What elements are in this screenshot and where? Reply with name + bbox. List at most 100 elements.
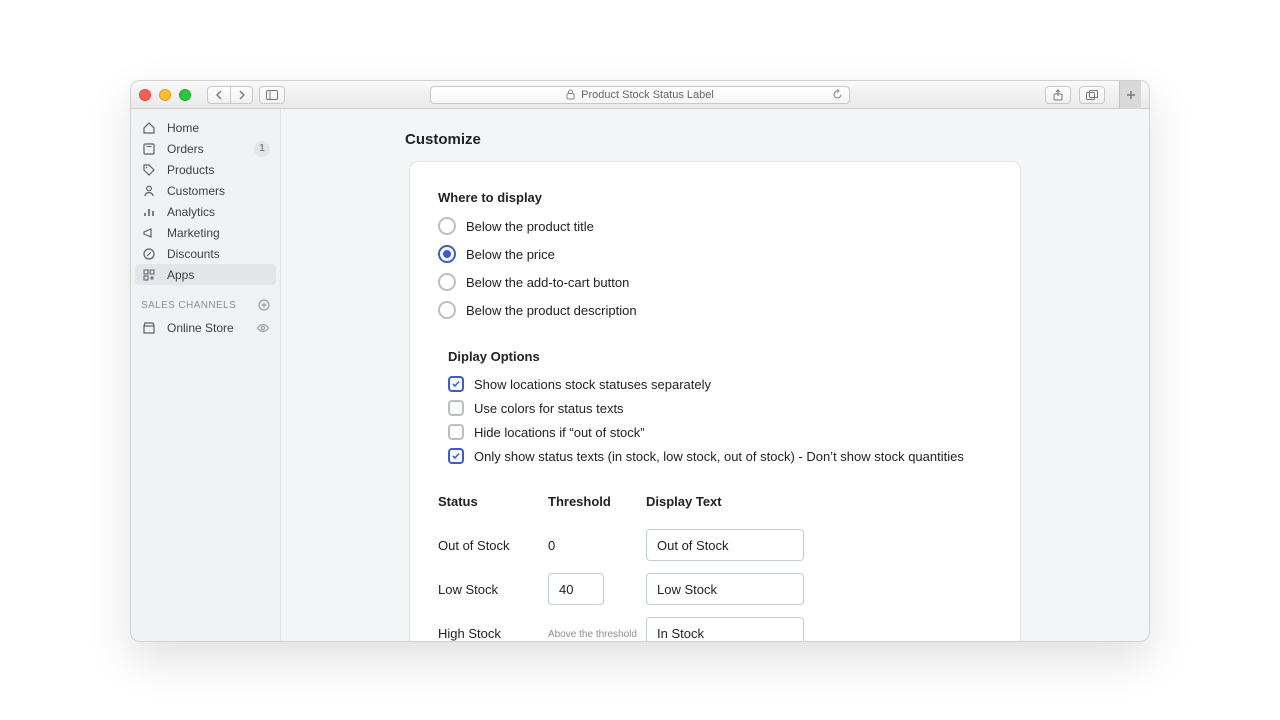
display-option-use-colors[interactable]: Use colors for status texts — [448, 400, 992, 416]
main-area: Customize Where to display Below the pro… — [281, 109, 1149, 641]
discount-icon — [141, 246, 157, 262]
where-option-below-add-to-cart[interactable]: Below the add-to-cart button — [438, 273, 992, 291]
chevron-right-icon — [238, 90, 246, 100]
sidebar-item-label: Products — [167, 163, 270, 177]
page-title: Customize — [405, 131, 1149, 148]
sidebar-item-home[interactable]: Home — [131, 117, 280, 138]
browser-window: Product Stock Status Label Home — [130, 80, 1150, 642]
sidebar-item-products[interactable]: Products — [131, 159, 280, 180]
sidebar-item-label: Customers — [167, 184, 270, 198]
home-icon — [141, 120, 157, 136]
radio-icon — [438, 301, 456, 319]
titlebar: Product Stock Status Label — [131, 81, 1149, 109]
display-text-input[interactable] — [646, 529, 804, 561]
titlebar-right — [1045, 81, 1141, 109]
where-option-below-price[interactable]: Below the price — [438, 245, 992, 263]
tabs-button[interactable] — [1079, 86, 1105, 104]
sidebar-item-label: Analytics — [167, 205, 270, 219]
sidebar-heading-sales-channels: SALES CHANNELS — [131, 285, 280, 317]
view-store-button[interactable] — [256, 321, 270, 335]
address-text: Product Stock Status Label — [581, 89, 714, 101]
display-option-hide-if-out[interactable]: Hide locations if “out of stock” — [448, 424, 992, 440]
window-controls — [139, 89, 191, 101]
add-channel-button[interactable] — [258, 299, 270, 311]
option-label: Below the price — [466, 247, 555, 262]
orders-icon — [141, 141, 157, 157]
table-row: Out of Stock 0 — [438, 523, 992, 567]
sidebar-item-label: Discounts — [167, 247, 270, 261]
checkbox-icon — [448, 448, 464, 464]
status-cell: Low Stock — [438, 567, 548, 611]
sidebar-item-marketing[interactable]: Marketing — [131, 222, 280, 243]
checkbox-icon — [448, 400, 464, 416]
address-bar[interactable]: Product Stock Status Label — [430, 86, 850, 104]
circle-plus-icon — [258, 299, 270, 311]
status-cell: Out of Stock — [438, 523, 548, 567]
option-label: Below the add-to-cart button — [466, 275, 629, 290]
display-option-show-locations[interactable]: Show locations stock statuses separately — [448, 376, 992, 392]
sidebar-item-analytics[interactable]: Analytics — [131, 201, 280, 222]
threshold-cell: 0 — [548, 523, 646, 567]
radio-icon — [438, 245, 456, 263]
option-label: Hide locations if “out of stock” — [474, 425, 645, 440]
option-label: Below the product description — [466, 303, 637, 318]
display-options-list: Show locations stock statuses separately… — [448, 376, 992, 464]
status-cell: High Stock — [438, 611, 548, 641]
share-button[interactable] — [1045, 86, 1071, 104]
sidebar-item-online-store[interactable]: Online Store — [131, 317, 280, 338]
display-options-title: Diplay Options — [448, 349, 992, 364]
radio-icon — [438, 217, 456, 235]
settings-card: Where to display Below the product title… — [410, 162, 1020, 641]
where-to-display-title: Where to display — [438, 190, 992, 205]
megaphone-icon — [141, 225, 157, 241]
lock-icon — [566, 89, 575, 100]
display-text-input[interactable] — [646, 573, 804, 605]
table-header-display: Display Text — [646, 494, 992, 523]
where-option-below-title[interactable]: Below the product title — [438, 217, 992, 235]
close-window-button[interactable] — [139, 89, 151, 101]
status-table: Status Threshold Display Text Out of Sto… — [438, 494, 992, 641]
sidebar-item-label: Home — [167, 121, 270, 135]
option-label: Show locations stock statuses separately — [474, 377, 711, 392]
back-button[interactable] — [208, 87, 230, 103]
sidebar-item-label: Marketing — [167, 226, 270, 240]
plus-icon — [1126, 90, 1136, 100]
new-tab-button[interactable] — [1119, 81, 1141, 109]
eye-icon — [256, 321, 270, 335]
zoom-window-button[interactable] — [179, 89, 191, 101]
table-header-threshold: Threshold — [548, 494, 646, 523]
sidebar-item-customers[interactable]: Customers — [131, 180, 280, 201]
option-label: Only show status texts (in stock, low st… — [474, 449, 964, 464]
minimize-window-button[interactable] — [159, 89, 171, 101]
sidebar-item-label: Online Store — [167, 321, 246, 335]
sidebar-item-discounts[interactable]: Discounts — [131, 243, 280, 264]
sidebar-item-label: Apps — [167, 268, 270, 282]
sidebar-item-apps[interactable]: Apps — [135, 264, 276, 285]
sidebar-item-label: Orders — [167, 142, 244, 156]
sidebar-toggle-button[interactable] — [259, 86, 285, 104]
sidebar-icon — [266, 90, 278, 100]
chevron-left-icon — [215, 90, 223, 100]
forward-button[interactable] — [230, 87, 252, 103]
tabs-icon — [1086, 90, 1098, 100]
checkbox-icon — [448, 376, 464, 392]
reload-button[interactable] — [832, 89, 843, 100]
share-icon — [1053, 89, 1063, 101]
display-text-input[interactable] — [646, 617, 804, 641]
person-icon — [141, 183, 157, 199]
content-area: Home Orders 1 Products Customers Analyti… — [131, 109, 1149, 641]
threshold-input[interactable] — [548, 573, 604, 605]
tag-icon — [141, 162, 157, 178]
nav-back-forward — [207, 86, 253, 104]
table-header-status: Status — [438, 494, 548, 523]
sidebar: Home Orders 1 Products Customers Analyti… — [131, 109, 281, 641]
sidebar-item-orders[interactable]: Orders 1 — [131, 138, 280, 159]
where-option-below-description[interactable]: Below the product description — [438, 301, 992, 319]
table-row: High Stock Above the threshold — [438, 611, 992, 641]
where-to-display-options: Below the product title Below the price … — [438, 217, 992, 319]
option-label: Use colors for status texts — [474, 401, 624, 416]
display-option-only-status-text[interactable]: Only show status texts (in stock, low st… — [448, 448, 992, 464]
reload-icon — [832, 89, 843, 100]
bar-chart-icon — [141, 204, 157, 220]
checkbox-icon — [448, 424, 464, 440]
